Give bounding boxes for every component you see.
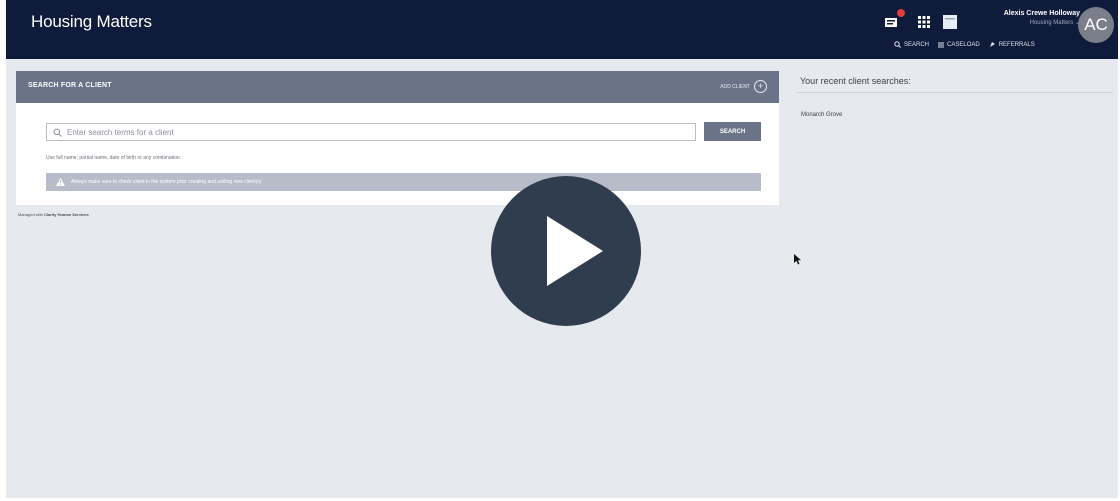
managed-prefix: Managed with	[18, 212, 43, 217]
nav-caseload-label: CASELOAD	[947, 41, 980, 48]
top-nav: SEARCH CASELOAD REFERRALS	[894, 41, 1035, 48]
user-menu[interactable]: Alexis Crewe Holloway Housing Matters ⌄	[968, 10, 1080, 26]
search-icon	[53, 128, 62, 137]
nav-caseload[interactable]: CASELOAD	[938, 41, 980, 48]
plus-circle-icon: +	[754, 80, 767, 93]
top-header: Housing Matters Alexis Crewe Holloway Ho…	[6, 0, 1118, 59]
search-button[interactable]: SEARCH	[704, 122, 761, 141]
nav-search-label: SEARCH	[904, 41, 930, 48]
warning-text: Always make sure to check client in the …	[71, 179, 262, 185]
nav-referrals-label: REFERRALS	[998, 41, 1035, 48]
search-input-placeholder: Enter search terms for a client	[67, 127, 174, 137]
referrals-icon	[989, 42, 995, 47]
search-help-text: Use full name, partial name, date of bir…	[46, 155, 182, 161]
messages-icon[interactable]	[882, 9, 905, 32]
app-title[interactable]: Housing Matters	[31, 12, 152, 32]
search-panel-title: SEARCH FOR A CLIENT	[28, 82, 112, 89]
search-icon	[894, 41, 901, 48]
managed-by-link[interactable]: Clarity Human Services	[44, 212, 89, 217]
search-input[interactable]: Enter search terms for a client	[46, 123, 696, 141]
notification-badge	[897, 9, 905, 17]
add-client-button[interactable]: ADD CLIENT +	[720, 80, 767, 93]
user-name: Alexis Crewe Holloway	[1003, 10, 1080, 17]
recent-searches-title: Your recent client searches:	[800, 76, 911, 86]
avatar[interactable]: AC	[1078, 7, 1114, 43]
warning-bar: Always make sure to check client in the …	[46, 173, 761, 191]
play-icon	[547, 216, 603, 286]
play-button[interactable]	[491, 176, 641, 326]
add-client-label: ADD CLIENT	[720, 83, 750, 90]
user-org[interactable]: Housing Matters ⌄	[968, 19, 1080, 26]
nav-search[interactable]: SEARCH	[894, 41, 929, 48]
app-window: Housing Matters Alexis Crewe Holloway Ho…	[6, 0, 1118, 498]
window-icon[interactable]	[940, 12, 960, 32]
list-icon	[938, 42, 945, 47]
search-panel-header: SEARCH FOR A CLIENT ADD CLIENT +	[16, 71, 779, 103]
mouse-cursor-icon	[794, 254, 801, 265]
recent-search-item[interactable]: Monarch Grove	[801, 112, 842, 118]
nav-referrals[interactable]: REFERRALS	[989, 41, 1035, 48]
search-client-panel: SEARCH FOR A CLIENT ADD CLIENT + Enter s…	[16, 71, 779, 205]
recent-divider	[796, 92, 1113, 93]
warning-icon	[56, 178, 65, 186]
managed-by-footer: Managed with Clarity Human Services	[18, 212, 89, 217]
apps-grid-icon[interactable]	[914, 12, 934, 32]
